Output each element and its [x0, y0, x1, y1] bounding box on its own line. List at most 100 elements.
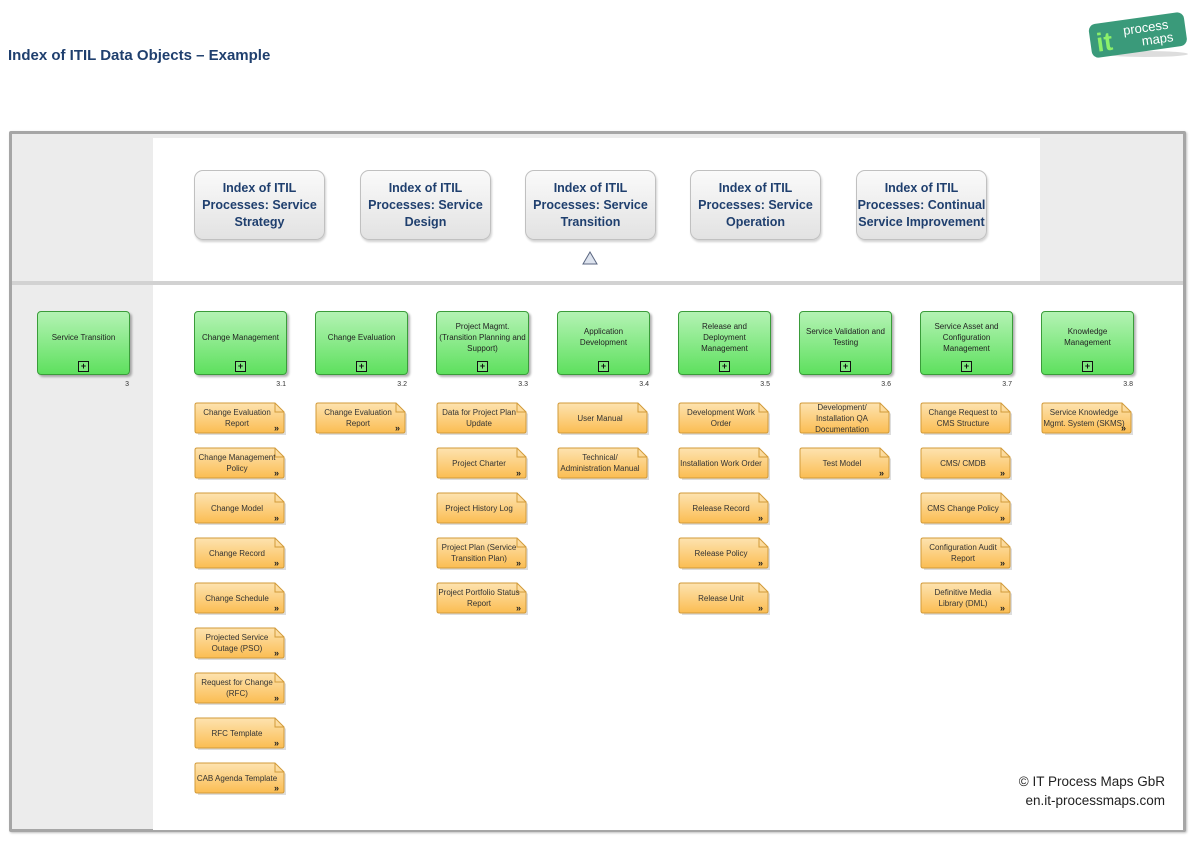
data-object[interactable]: Configuration Audit Report» [920, 537, 1012, 571]
link-chevron-icon[interactable]: » [274, 649, 279, 658]
link-chevron-icon[interactable]: » [1000, 514, 1005, 523]
process-5[interactable]: Release and Deployment Management + [678, 311, 771, 375]
expand-plus-icon[interactable]: + [961, 361, 972, 372]
expand-plus-icon[interactable]: + [598, 361, 609, 372]
link-chevron-icon[interactable]: » [1000, 559, 1005, 568]
data-object[interactable]: Project Plan (Service Transition Plan)» [436, 537, 528, 571]
data-object-label: Change Evaluation Report [203, 408, 271, 428]
link-chevron-icon[interactable]: » [274, 604, 279, 613]
data-object[interactable]: Project Charter » [436, 447, 528, 481]
link-chevron-icon[interactable]: » [274, 559, 279, 568]
process-label: Project Magmt. (Transition Planning and … [439, 321, 526, 353]
link-chevron-icon[interactable]: » [758, 514, 763, 523]
index-link-5[interactable]: Index of ITIL Processes: Continual Servi… [856, 170, 987, 240]
data-object-label: Release Unit [698, 593, 744, 603]
page-title: Index of ITIL Data Objects – Example [8, 47, 271, 64]
process-service-transition[interactable]: Service Transition + [37, 311, 130, 375]
process-number: 3.1 [276, 381, 286, 388]
link-chevron-icon[interactable]: » [395, 424, 400, 433]
expand-plus-icon[interactable]: + [840, 361, 851, 372]
link-chevron-icon[interactable]: » [758, 604, 763, 613]
data-object[interactable]: Definitive Media Library (DML) » [920, 582, 1012, 616]
data-object-label: Data for Project Plan Update [442, 408, 516, 428]
data-object-label: Change Model [210, 503, 264, 513]
link-chevron-icon[interactable]: » [274, 739, 279, 748]
data-object[interactable]: Release Policy » [678, 537, 770, 571]
data-object[interactable]: Test Model » [799, 447, 891, 481]
website-link[interactable]: en.it-processmaps.com [1015, 791, 1165, 810]
data-object-label: Release Policy [694, 548, 748, 558]
process-label: Service Asset and Configuration Manageme… [934, 321, 999, 353]
data-object-label: Test Model [822, 458, 862, 468]
data-object[interactable]: Change Schedule » [194, 582, 286, 616]
expand-plus-icon[interactable]: + [477, 361, 488, 372]
process-number: 3.3 [518, 381, 528, 388]
process-label: Service Transition [51, 332, 116, 342]
link-chevron-icon[interactable]: » [274, 784, 279, 793]
data-object[interactable]: Data for Project Plan Update [436, 402, 528, 436]
link-chevron-icon[interactable]: » [516, 559, 521, 568]
data-object[interactable]: Development Work Order [678, 402, 770, 436]
process-6[interactable]: Service Validation and Testing + [799, 311, 892, 375]
index-link-label: Index of ITIL Processes: Service Strateg… [202, 180, 317, 229]
index-link-1[interactable]: Index of ITIL Processes: Service Strateg… [194, 170, 325, 240]
data-object[interactable]: Change Request to CMS Structure [920, 402, 1012, 436]
link-chevron-icon[interactable]: » [1000, 604, 1005, 613]
it-process-maps-logo[interactable]: it process maps [1086, 12, 1190, 58]
data-object-label: Project Portfolio Status Report [438, 588, 520, 608]
process-label: Application Development [579, 327, 628, 347]
data-object[interactable]: Change Evaluation Report» [194, 402, 286, 436]
data-object[interactable]: CAB Agenda Template» [194, 762, 286, 796]
data-object[interactable]: Installation Work Order [678, 447, 770, 481]
process-8[interactable]: Knowledge Management + [1041, 311, 1134, 375]
data-object[interactable]: Change Evaluation Report» [315, 402, 407, 436]
index-link-2[interactable]: Index of ITIL Processes: Service Design [360, 170, 491, 240]
process-2[interactable]: Change Evaluation + [315, 311, 408, 375]
data-object[interactable]: User Manual [557, 402, 649, 436]
data-object[interactable]: Technical/ Administration Manual [557, 447, 649, 481]
link-chevron-icon[interactable]: » [274, 514, 279, 523]
expand-plus-icon[interactable]: + [78, 361, 89, 372]
process-3[interactable]: Project Magmt. (Transition Planning and … [436, 311, 529, 375]
data-object[interactable]: Development/ Installation QA Documentati… [799, 402, 891, 436]
process-label: Service Validation and Testing [805, 327, 885, 347]
process-number: 3.4 [639, 381, 649, 388]
data-object[interactable]: Release Record » [678, 492, 770, 526]
data-object[interactable]: Release Unit » [678, 582, 770, 616]
link-chevron-icon[interactable]: » [274, 469, 279, 478]
data-object[interactable]: Project Portfolio Status Report» [436, 582, 528, 616]
data-object[interactable]: Project History Log [436, 492, 528, 526]
data-object-label: Request for Change (RFC) [201, 678, 273, 698]
data-object[interactable]: Change Model » [194, 492, 286, 526]
data-object-label: Change Request to CMS Structure [928, 408, 998, 428]
data-object-label: Service Knowledge Mgmt. System (SKMS) [1043, 408, 1125, 428]
link-chevron-icon[interactable]: » [516, 604, 521, 613]
expand-plus-icon[interactable]: + [235, 361, 246, 372]
data-object[interactable]: Request for Change (RFC)» [194, 672, 286, 706]
expand-plus-icon[interactable]: + [719, 361, 730, 372]
process-7[interactable]: Service Asset and Configuration Manageme… [920, 311, 1013, 375]
link-chevron-icon[interactable]: » [1000, 469, 1005, 478]
link-chevron-icon[interactable]: » [274, 424, 279, 433]
data-object-label: Change Management Policy [198, 453, 276, 473]
process-number: 3 [125, 381, 129, 388]
link-chevron-icon[interactable]: » [516, 469, 521, 478]
link-chevron-icon[interactable]: » [879, 469, 884, 478]
link-chevron-icon[interactable]: » [1121, 424, 1126, 433]
data-object[interactable]: Change Management Policy» [194, 447, 286, 481]
process-1[interactable]: Change Management + [194, 311, 287, 375]
data-object[interactable]: RFC Template » [194, 717, 286, 751]
index-link-3[interactable]: Index of ITIL Processes: Service Transit… [525, 170, 656, 240]
link-chevron-icon[interactable]: » [274, 694, 279, 703]
data-object[interactable]: CMS Change Policy» [920, 492, 1012, 526]
expand-plus-icon[interactable]: + [1082, 361, 1093, 372]
data-object-label: Project History Log [445, 503, 513, 513]
data-object[interactable]: Projected Service Outage (PSO) » [194, 627, 286, 661]
link-chevron-icon[interactable]: » [758, 559, 763, 568]
data-object[interactable]: Service Knowledge Mgmt. System (SKMS)» [1041, 402, 1133, 436]
data-object[interactable]: CMS/ CMDB » [920, 447, 1012, 481]
expand-plus-icon[interactable]: + [356, 361, 367, 372]
data-object[interactable]: Change Record » [194, 537, 286, 571]
process-4[interactable]: Application Development + [557, 311, 650, 375]
index-link-4[interactable]: Index of ITIL Processes: Service Operati… [690, 170, 821, 240]
